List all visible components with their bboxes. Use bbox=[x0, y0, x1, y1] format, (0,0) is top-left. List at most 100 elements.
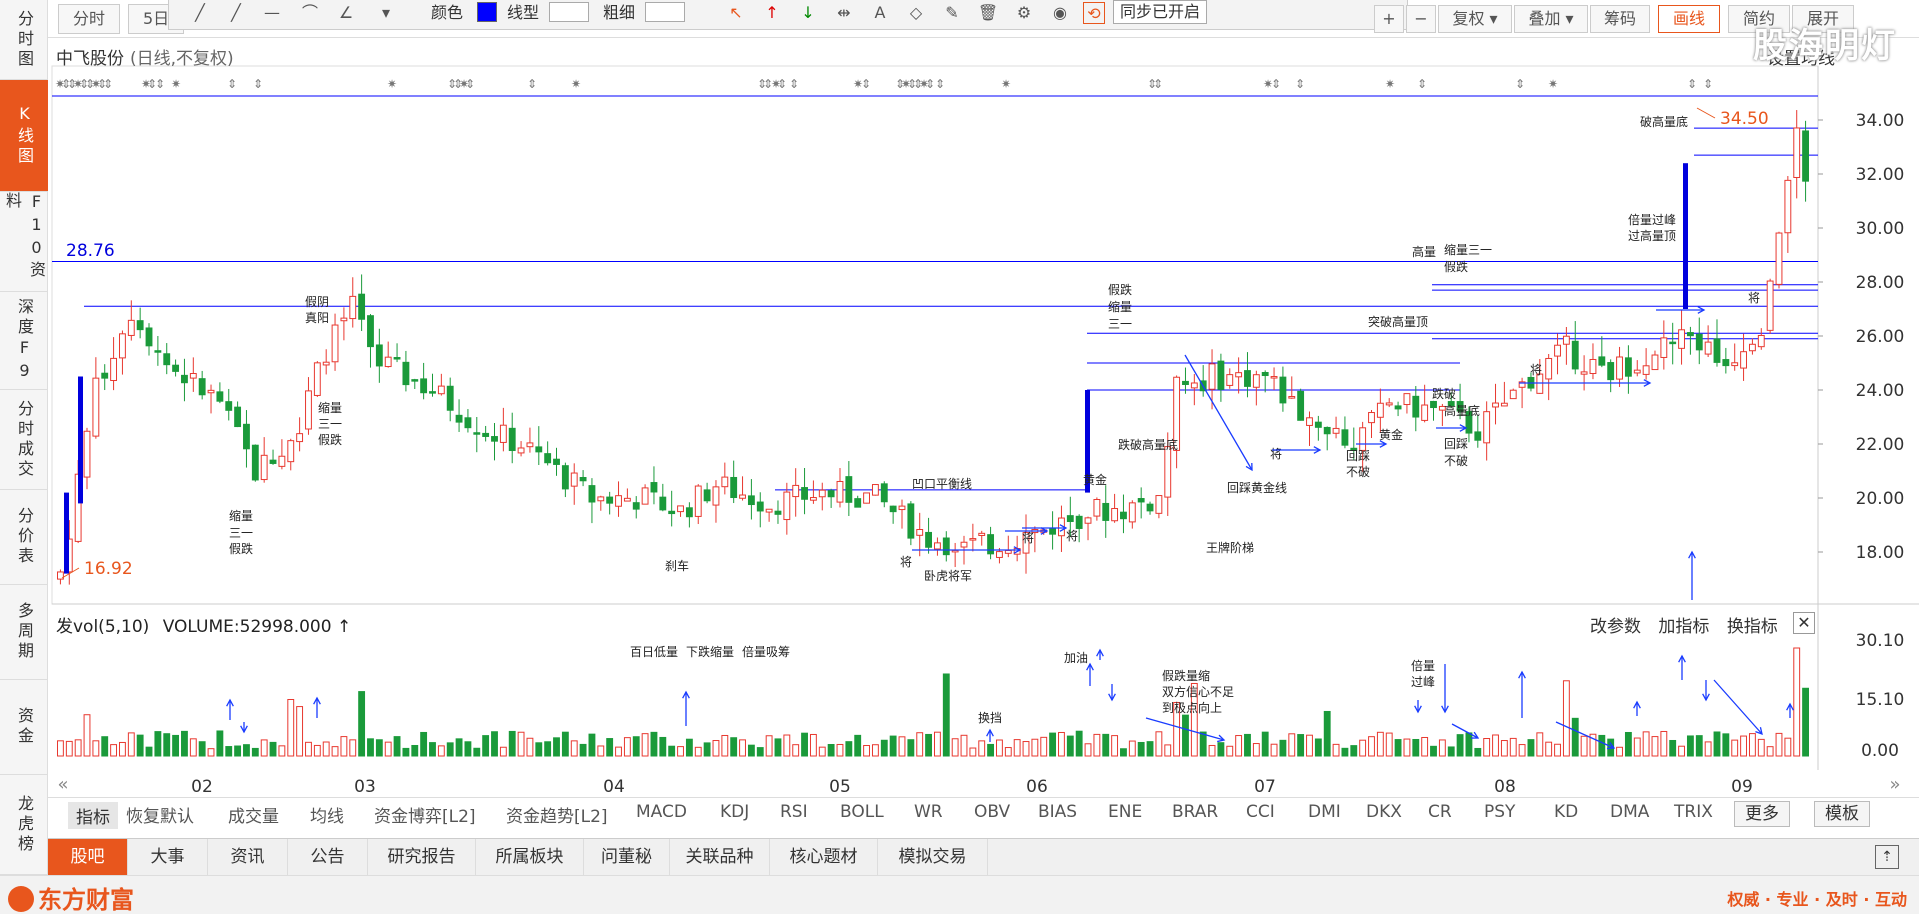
candle bbox=[818, 489, 826, 498]
chart-annotation: 将 bbox=[900, 555, 912, 569]
volume-bar bbox=[1545, 741, 1553, 757]
candle bbox=[836, 480, 844, 503]
indicator-tab[interactable]: KDJ bbox=[720, 802, 749, 822]
bottom-tab[interactable]: 核心题材 bbox=[770, 839, 878, 875]
volume-bar bbox=[1669, 739, 1677, 757]
candle bbox=[721, 476, 729, 488]
event-marker-icon: ⇕ bbox=[1703, 77, 1713, 91]
indicator-tab[interactable]: PSY bbox=[1484, 802, 1515, 822]
candle bbox=[792, 484, 800, 498]
volume-bar bbox=[1137, 741, 1145, 757]
candle bbox=[1084, 517, 1092, 524]
chart-annotation: 双方信心不足 bbox=[1162, 684, 1234, 699]
chart-header: 中飞股份 (日线,不复权) bbox=[56, 44, 234, 69]
bottom-tab[interactable]: 关联品种 bbox=[670, 839, 770, 875]
event-marker-icon: ⇕ bbox=[1687, 77, 1697, 91]
price-tick-label: 28.00 bbox=[1856, 273, 1905, 293]
indicator-tab[interactable]: 恢复默认 bbox=[126, 802, 194, 827]
indicator-tab[interactable]: BRAR bbox=[1172, 802, 1218, 822]
event-marker-icon: ⇕ bbox=[1295, 77, 1305, 91]
indicator-tab[interactable]: MACD bbox=[636, 802, 687, 822]
candle bbox=[1784, 179, 1792, 234]
indicator-tab[interactable]: 成交量 bbox=[228, 802, 279, 827]
volume-bar bbox=[1040, 736, 1048, 757]
candle bbox=[260, 454, 268, 481]
volume-bar bbox=[1270, 743, 1278, 757]
more-indicators-button[interactable]: 更多 bbox=[1734, 801, 1790, 827]
candle bbox=[1802, 130, 1809, 182]
bottom-tab[interactable]: 大事 bbox=[128, 839, 208, 875]
brand-logo[interactable]: 东方财富 bbox=[8, 880, 134, 914]
bottom-tab[interactable]: 研究报告 bbox=[368, 839, 476, 875]
volume-bar bbox=[216, 730, 224, 757]
volume-bar bbox=[1740, 735, 1747, 757]
close-icon[interactable]: ✕ bbox=[1793, 612, 1815, 634]
volume-bar bbox=[1802, 687, 1809, 757]
candle bbox=[1297, 390, 1305, 421]
candle bbox=[101, 372, 109, 379]
bottom-tab[interactable]: 问董秘 bbox=[584, 839, 670, 875]
template-button[interactable]: 模板 bbox=[1814, 801, 1870, 827]
event-marker-icon: ⇕ bbox=[253, 77, 263, 91]
event-marker-icon: ✷ bbox=[571, 77, 581, 91]
volume-bar bbox=[1731, 739, 1739, 757]
indicator-tab[interactable]: DMI bbox=[1308, 802, 1341, 822]
volume-bar bbox=[1660, 730, 1668, 757]
candle bbox=[1509, 389, 1517, 400]
volume-bar bbox=[553, 737, 560, 757]
candle bbox=[1190, 382, 1198, 389]
candle bbox=[1288, 396, 1296, 399]
volume-bar bbox=[1403, 738, 1411, 757]
volume-bar bbox=[1633, 737, 1641, 757]
volume-bar bbox=[225, 746, 233, 757]
event-marker-icon: ✷ bbox=[1001, 77, 1011, 91]
indicator-tab[interactable]: ENE bbox=[1108, 802, 1142, 822]
indicator-tab[interactable]: RSI bbox=[780, 802, 808, 822]
volume-bar bbox=[411, 744, 419, 757]
indicator-tab[interactable]: BIAS bbox=[1038, 802, 1077, 822]
chart-annotation: 百日低量 bbox=[630, 645, 678, 659]
bottom-tab[interactable]: 公告 bbox=[288, 839, 368, 875]
stock-name: 中飞股份 bbox=[56, 49, 124, 69]
candle bbox=[437, 385, 445, 395]
kline-chart[interactable]: 34.00 32.00 30.00 28.00 26.00 24.00 22.00 20.00… bbox=[0, 0, 1919, 914]
volume-bar bbox=[765, 735, 773, 757]
indicator-tab[interactable]: WR bbox=[914, 802, 943, 822]
candle bbox=[703, 489, 711, 502]
bottom-tab[interactable]: 资讯 bbox=[208, 839, 288, 875]
indicator-tab[interactable]: 均线 bbox=[310, 802, 344, 827]
event-marker-icon: ⇕ bbox=[1417, 77, 1427, 91]
indicator-tab[interactable]: 资金博弈[L2] bbox=[374, 802, 476, 827]
add-indicator-button[interactable]: 加指标 bbox=[1658, 617, 1709, 637]
chart-annotation: 缩量 bbox=[229, 508, 253, 523]
indicator-tab[interactable]: BOLL bbox=[840, 802, 884, 822]
bottom-tab[interactable]: 所属板块 bbox=[476, 839, 584, 875]
candle bbox=[730, 476, 738, 499]
candle bbox=[739, 494, 746, 499]
candle bbox=[340, 317, 348, 322]
indicator-tab[interactable]: TRIX bbox=[1674, 802, 1713, 822]
bottom-tab[interactable]: 模拟交易 bbox=[878, 839, 988, 875]
indicator-tab-active[interactable]: 指标 bbox=[68, 802, 118, 829]
bottom-tab[interactable]: 股吧 bbox=[48, 839, 128, 875]
indicator-tab[interactable]: OBV bbox=[974, 802, 1010, 822]
volume-bar bbox=[1509, 737, 1517, 757]
volume-bar bbox=[1722, 733, 1730, 757]
candle bbox=[801, 487, 808, 500]
candle bbox=[1421, 404, 1429, 421]
expand-panel-icon[interactable]: ⇡ bbox=[1875, 845, 1899, 869]
switch-indicator-button[interactable]: 换指标 bbox=[1727, 617, 1778, 637]
indicator-tab[interactable]: CCI bbox=[1246, 802, 1275, 822]
candle bbox=[1093, 499, 1101, 517]
indicator-tab[interactable]: 资金趋势[L2] bbox=[506, 802, 608, 827]
indicator-tab[interactable]: KD bbox=[1554, 802, 1578, 822]
indicator-tab[interactable]: CR bbox=[1428, 802, 1452, 822]
time-tick-label: 05 bbox=[829, 777, 851, 797]
volume-bar bbox=[907, 739, 915, 757]
indicator-tab[interactable]: DMA bbox=[1610, 802, 1649, 822]
candle bbox=[145, 327, 153, 347]
indicator-tab[interactable]: DKX bbox=[1366, 802, 1402, 822]
candle bbox=[207, 389, 215, 394]
edit-params-button[interactable]: 改参数 bbox=[1590, 617, 1641, 637]
candle bbox=[349, 295, 357, 320]
